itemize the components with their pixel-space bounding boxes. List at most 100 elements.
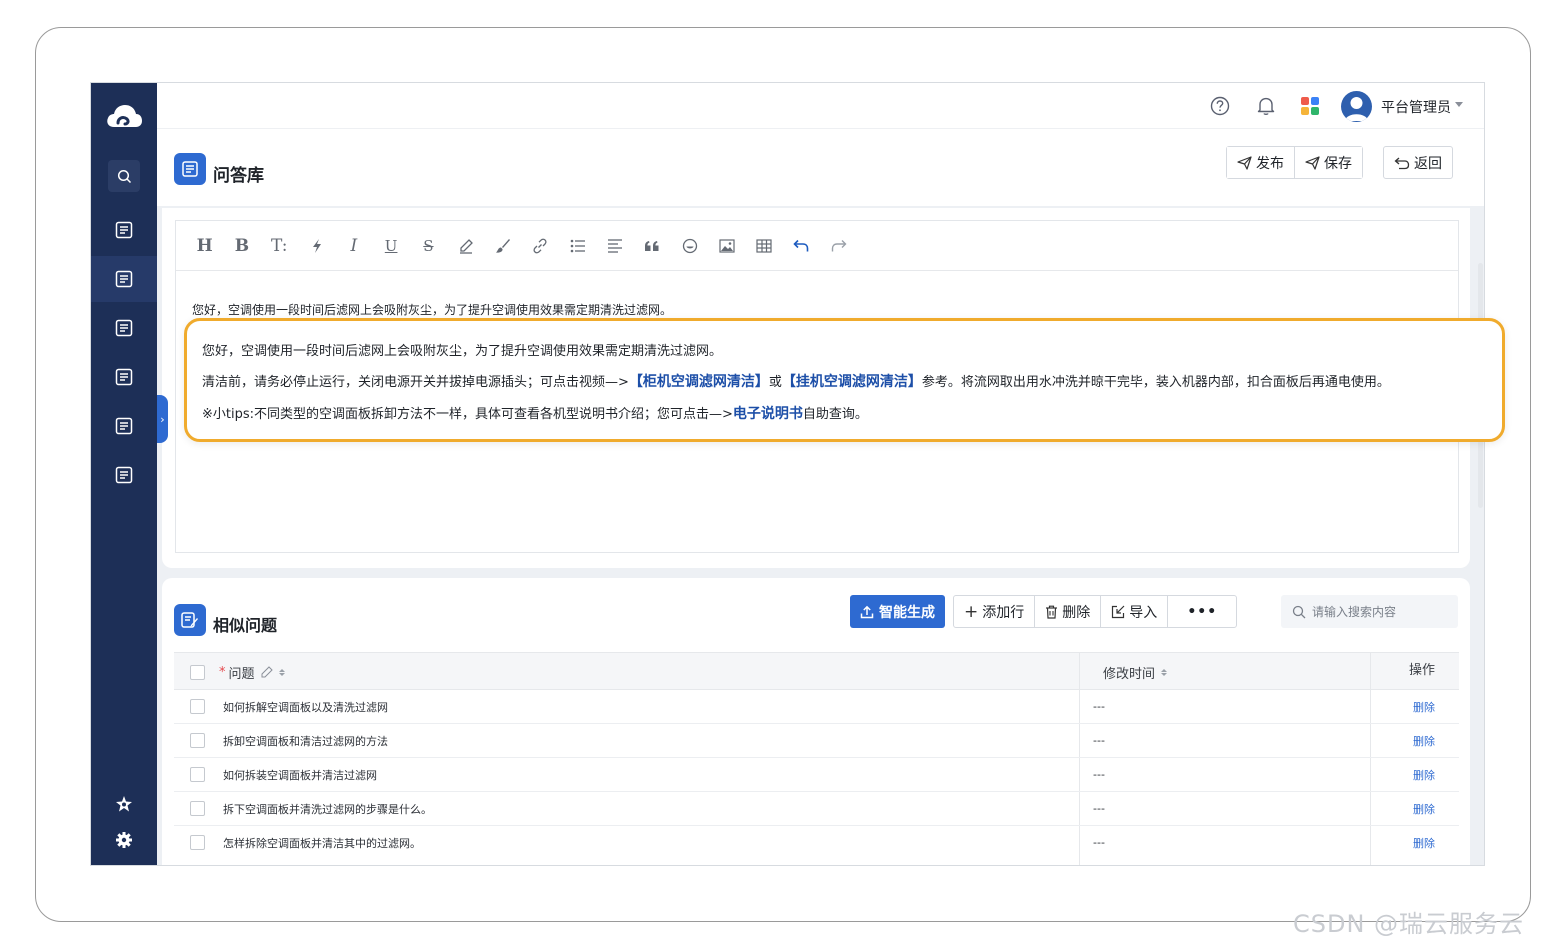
sidebar-plugin-button[interactable] bbox=[91, 789, 157, 819]
help-button[interactable] bbox=[1209, 95, 1231, 117]
document-icon bbox=[115, 270, 133, 288]
quote-button[interactable] bbox=[634, 231, 671, 261]
format-painter-button[interactable] bbox=[298, 231, 335, 261]
align-button[interactable] bbox=[596, 231, 633, 261]
search-input[interactable] bbox=[1312, 604, 1452, 619]
back-button[interactable]: 返回 bbox=[1383, 146, 1453, 179]
chevron-right-icon: › bbox=[160, 412, 165, 426]
manual-link[interactable]: 电子说明书 bbox=[733, 406, 803, 422]
user-name[interactable]: 平台管理员 bbox=[1381, 97, 1451, 117]
row-checkbox[interactable] bbox=[190, 801, 205, 816]
question-cell[interactable]: 拆卸空调面板和清洁过滤网的方法 bbox=[223, 724, 388, 757]
bell-icon bbox=[1257, 97, 1275, 116]
sidebar-item-1[interactable] bbox=[91, 207, 157, 253]
row-checkbox[interactable] bbox=[190, 733, 205, 748]
select-all-checkbox[interactable] bbox=[190, 664, 205, 680]
highlight-button[interactable] bbox=[447, 231, 484, 261]
sidebar-search-button[interactable] bbox=[108, 160, 140, 192]
publish-save-group: 发布 保存 bbox=[1226, 146, 1363, 179]
bold-button[interactable]: B bbox=[223, 231, 260, 261]
smart-generate-button[interactable]: 智能生成 bbox=[850, 595, 945, 628]
font-size-button[interactable]: T: bbox=[261, 231, 298, 261]
cabinet-filter-video-link[interactable]: 【柜机空调滤网清洁】 bbox=[629, 374, 769, 390]
question-column-header[interactable]: * 问题 bbox=[219, 653, 285, 691]
callout-line-3-tail: 自助查询。 bbox=[802, 407, 868, 422]
wall-filter-video-link[interactable]: 【挂机空调滤网清洁】 bbox=[782, 374, 922, 390]
publish-button[interactable]: 发布 bbox=[1227, 147, 1294, 178]
answer-highlight-callout: 您好，空调使用一段时间后滤网上会吸附灰尘，为了提升空调使用效果需定期清洗过滤网。… bbox=[184, 318, 1505, 442]
send-icon bbox=[1305, 155, 1320, 170]
emoji-icon bbox=[682, 238, 697, 253]
sort-icon[interactable] bbox=[1161, 668, 1168, 676]
table-button[interactable] bbox=[745, 231, 782, 261]
row-checkbox[interactable] bbox=[190, 835, 205, 850]
required-mark: * bbox=[219, 664, 226, 680]
avatar[interactable] bbox=[1341, 91, 1372, 122]
heading-button[interactable]: H bbox=[186, 231, 223, 261]
question-cell[interactable]: 如何拆解空调面板以及清洗过滤网 bbox=[223, 690, 388, 723]
plus-icon: + bbox=[964, 601, 979, 622]
sidebar-item-4[interactable] bbox=[91, 354, 157, 400]
sidebar-item-6[interactable] bbox=[91, 452, 157, 498]
top-bar: 平台管理员 bbox=[157, 83, 1484, 128]
bullet-list-button[interactable] bbox=[559, 231, 596, 261]
add-row-button[interactable]: + 添加行 bbox=[954, 596, 1034, 627]
row-delete-link[interactable]: 删除 bbox=[1413, 792, 1435, 825]
row-delete-link[interactable]: 删除 bbox=[1413, 758, 1435, 791]
sidebar-item-3[interactable] bbox=[91, 305, 157, 351]
table-header: * 问题 修改时间 操作 bbox=[174, 652, 1459, 690]
sidebar-settings-button[interactable] bbox=[91, 825, 157, 855]
emoji-button[interactable] bbox=[671, 231, 708, 261]
select-all-checkbox-cell[interactable] bbox=[190, 653, 205, 691]
editor-text[interactable]: 您好，空调使用一段时间后滤网上会吸附灰尘，为了提升空调使用效果需定期清洗过滤网。 bbox=[192, 301, 672, 318]
marker-icon bbox=[459, 238, 473, 254]
row-delete-link[interactable]: 删除 bbox=[1413, 690, 1435, 723]
help-icon bbox=[1210, 96, 1230, 116]
delete-button[interactable]: 删除 bbox=[1034, 596, 1100, 627]
sort-icon[interactable] bbox=[278, 668, 285, 676]
row-delete-link[interactable]: 删除 bbox=[1413, 724, 1435, 757]
table-row[interactable]: 如何拆解空调面板以及清洗过滤网 --- 删除 bbox=[174, 690, 1459, 724]
strikethrough-button[interactable]: S bbox=[410, 231, 447, 261]
underline-button[interactable]: U bbox=[372, 231, 409, 261]
sidebar-item-2[interactable] bbox=[91, 256, 157, 302]
modified-cell: --- bbox=[1093, 802, 1105, 815]
sidebar-collapse-toggle[interactable]: › bbox=[157, 395, 168, 443]
image-button[interactable] bbox=[708, 231, 745, 261]
more-button[interactable]: ••• bbox=[1167, 596, 1236, 627]
caret-down-icon[interactable] bbox=[1455, 102, 1463, 107]
font-color-button[interactable] bbox=[484, 231, 521, 261]
import-button[interactable]: 导入 bbox=[1100, 596, 1167, 627]
modified-column-header[interactable]: 修改时间 bbox=[1103, 653, 1168, 691]
redo-icon bbox=[831, 239, 847, 251]
table-row[interactable]: 如何拆装空调面板并清洁过滤网 --- 删除 bbox=[174, 758, 1459, 792]
apps-button[interactable] bbox=[1299, 95, 1321, 117]
modified-cell: --- bbox=[1093, 768, 1105, 781]
table-row[interactable]: 拆卸空调面板和清洁过滤网的方法 --- 删除 bbox=[174, 724, 1459, 758]
row-checkbox[interactable] bbox=[190, 767, 205, 782]
question-column-label: 问题 bbox=[228, 666, 255, 682]
table-row[interactable]: 拆下空调面板并清洗过滤网的步骤是什么。 --- 删除 bbox=[174, 792, 1459, 826]
callout-line-3-text: ※小tips:不同类型的空调面板拆卸方法不一样，具体可查看各机型说明书介绍；您可… bbox=[202, 407, 733, 422]
italic-button[interactable]: I bbox=[335, 231, 372, 261]
undo-button[interactable] bbox=[783, 231, 820, 261]
question-cell[interactable]: 怎样拆除空调面板并清洁其中的过滤网。 bbox=[223, 826, 421, 859]
question-cell[interactable]: 如何拆装空调面板并清洁过滤网 bbox=[223, 758, 377, 791]
sidebar-item-5[interactable] bbox=[91, 403, 157, 449]
link-button[interactable] bbox=[522, 231, 559, 261]
row-checkbox[interactable] bbox=[190, 699, 205, 714]
save-button[interactable]: 保存 bbox=[1294, 147, 1362, 178]
row-delete-link[interactable]: 删除 bbox=[1413, 826, 1435, 859]
action-column-header: 操作 bbox=[1409, 653, 1435, 691]
question-cell[interactable]: 拆下空调面板并清洗过滤网的步骤是什么。 bbox=[223, 792, 432, 825]
app-window: 平台管理员 问答库 发布 保存 返回 H B T: I U S 您好，空调使用一… bbox=[90, 82, 1485, 866]
apps-grid-icon bbox=[1301, 97, 1319, 115]
table-row[interactable]: 怎样拆除空调面板并清洁其中的过滤网。 --- 删除 bbox=[174, 826, 1459, 860]
save-label: 保存 bbox=[1324, 155, 1352, 172]
quote-icon bbox=[645, 240, 659, 251]
document-icon bbox=[115, 417, 133, 435]
delete-label: 删除 bbox=[1062, 604, 1091, 621]
page-title-bar: 问答库 发布 保存 返回 bbox=[157, 128, 1484, 206]
redo-button[interactable] bbox=[820, 231, 857, 261]
notification-button[interactable] bbox=[1255, 95, 1277, 117]
